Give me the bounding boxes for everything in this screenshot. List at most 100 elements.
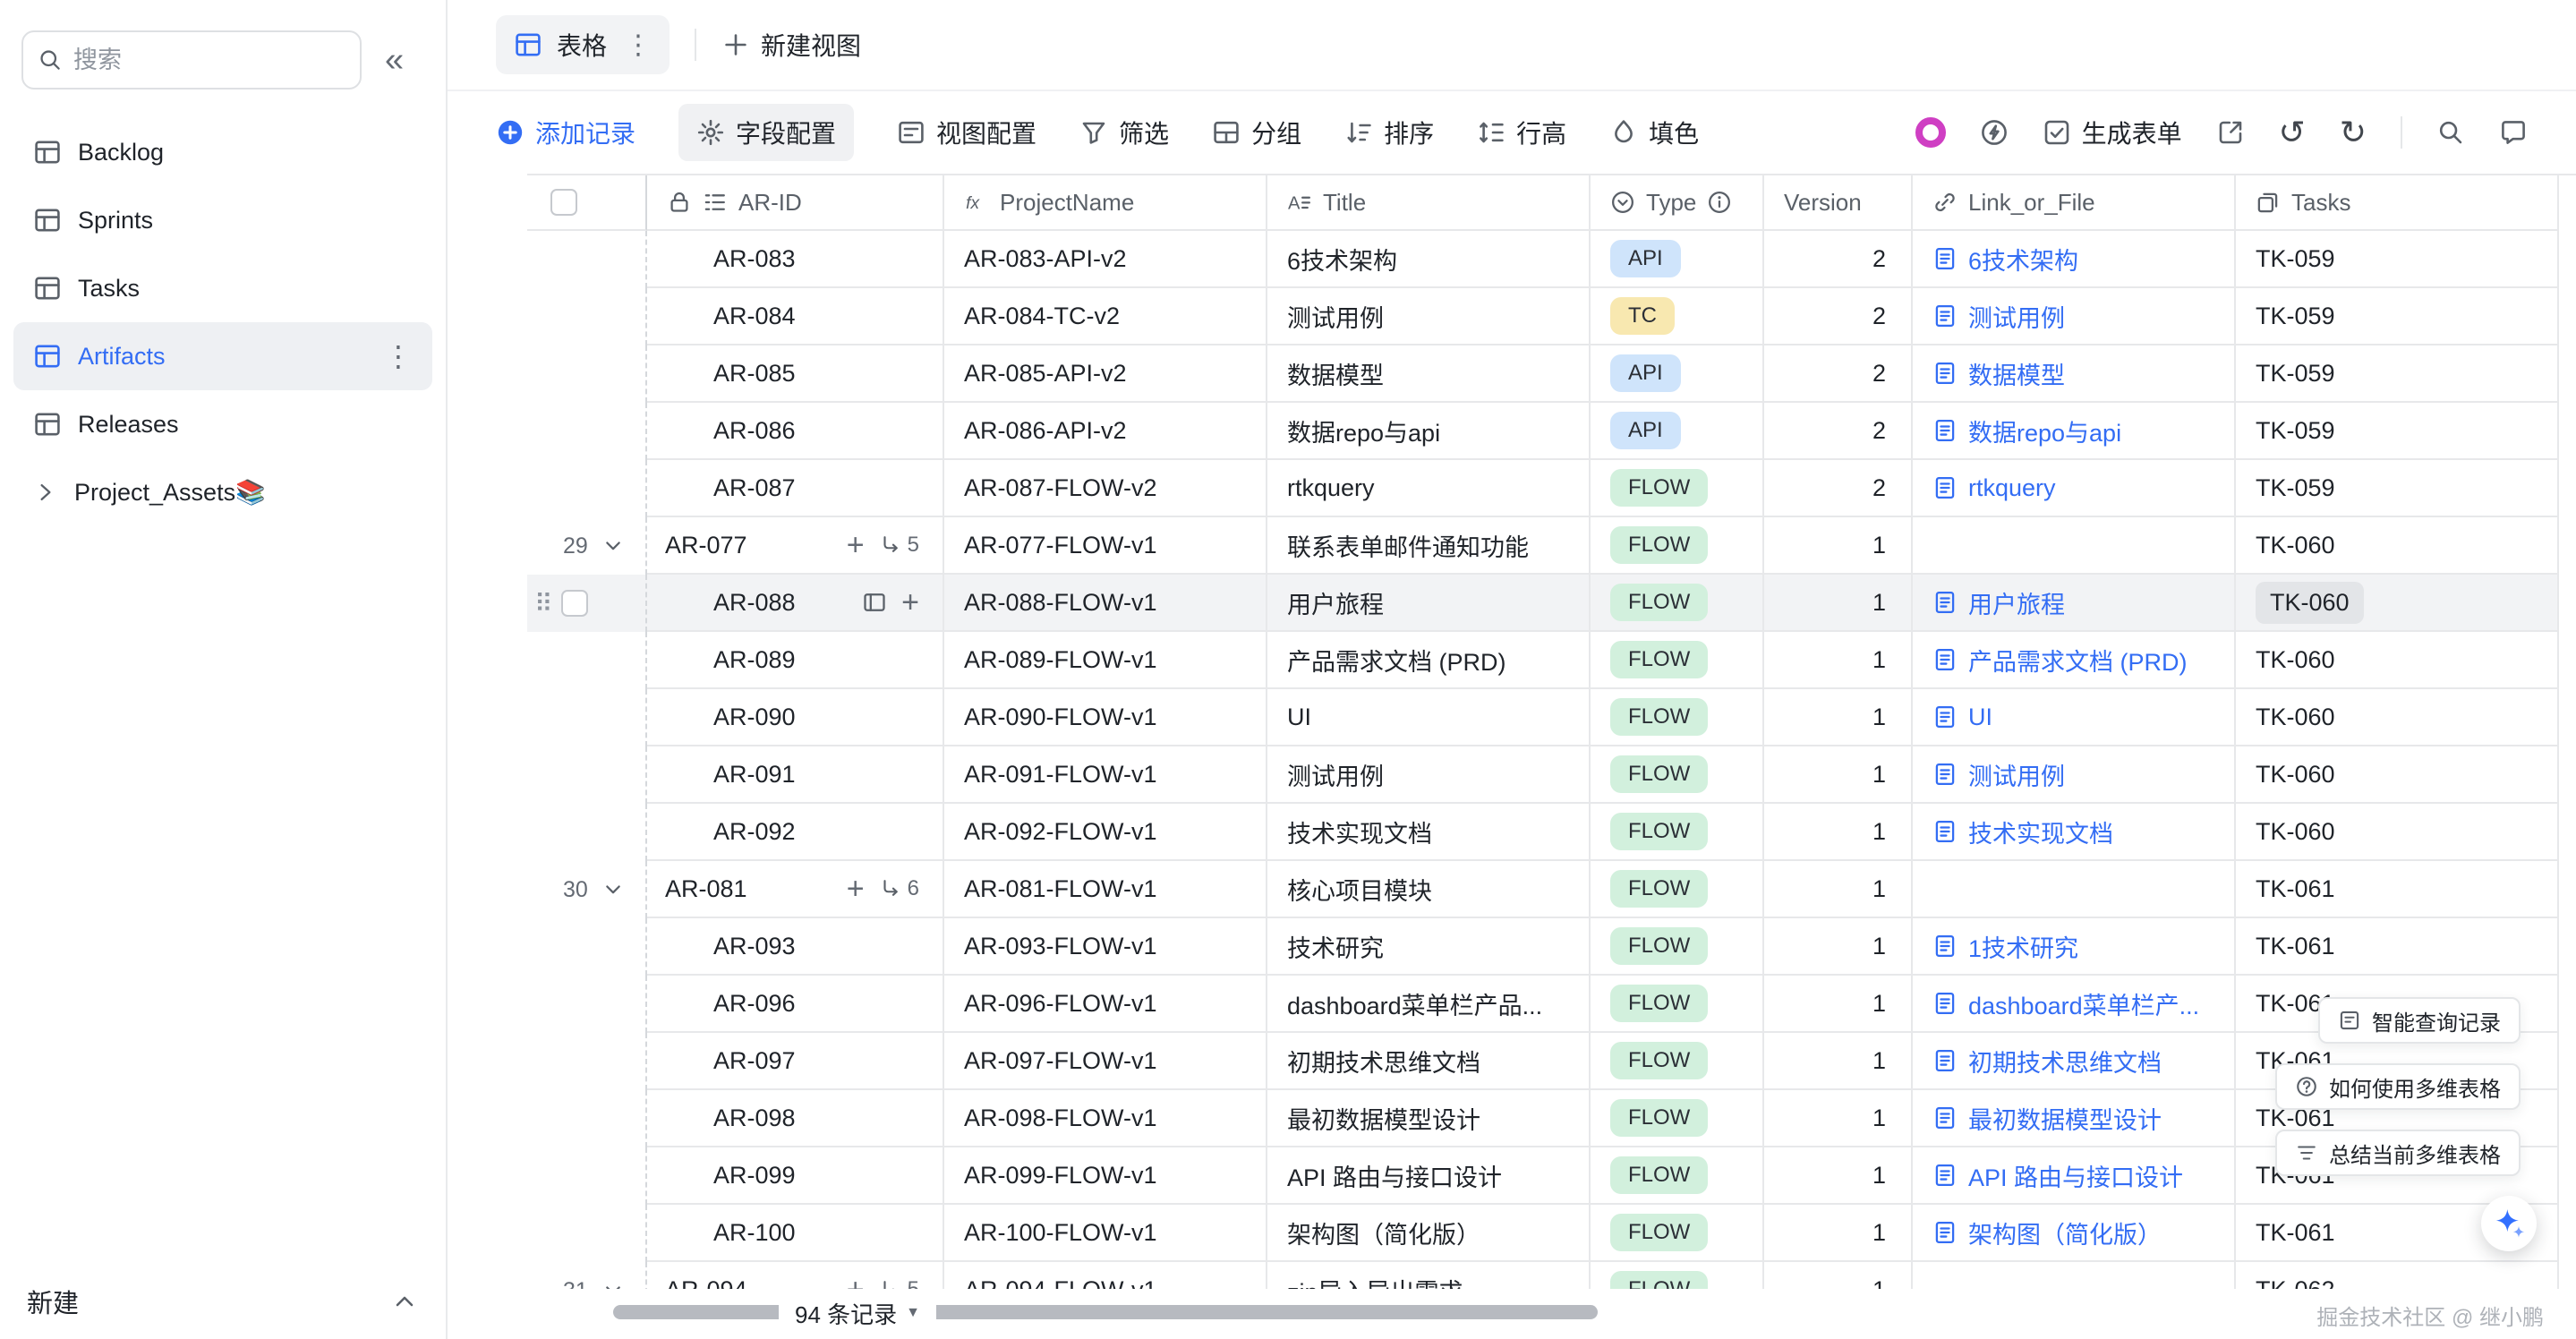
toolbar-gear-button[interactable]: 字段配置 xyxy=(678,104,854,161)
cell-version[interactable]: 2 xyxy=(1764,403,1913,460)
cell-version[interactable]: 1 xyxy=(1764,1090,1913,1147)
table-row[interactable]: AR-087AR-087-FLOW-v2rtkqueryFLOW2rtkquer… xyxy=(527,460,2576,517)
cell-ar-id[interactable]: AR-096 xyxy=(647,976,944,1033)
assistant-smart-query-button[interactable]: 智能查询记录 xyxy=(2318,997,2521,1044)
table-row[interactable]: AR-092AR-092-FLOW-v1技术实现文档FLOW1技术实现文档TK-… xyxy=(527,804,2576,861)
table-row[interactable]: AR-091AR-091-FLOW-v1测试用例FLOW1测试用例TK-060 xyxy=(527,746,2576,804)
cell-type[interactable]: FLOW xyxy=(1591,1262,1764,1289)
caret-right-icon[interactable] xyxy=(33,480,58,505)
cell-ar-id[interactable]: AR-091 xyxy=(647,746,944,804)
cell-type[interactable]: FLOW xyxy=(1591,918,1764,976)
cell-type[interactable]: TC xyxy=(1591,288,1764,345)
cell-title[interactable]: 产品需求文档 (PRD) xyxy=(1267,632,1591,689)
cell-type[interactable]: FLOW xyxy=(1591,804,1764,861)
cell-project-name[interactable]: AR-094-FLOW-v1 xyxy=(944,1262,1267,1289)
cell-version[interactable]: 1 xyxy=(1764,575,1913,632)
cell-ar-id[interactable]: AR-084 xyxy=(647,288,944,345)
toolbar-filter-button[interactable]: 筛选 xyxy=(1079,115,1169,150)
cell-link-or-file[interactable]: 架构图（简化版） xyxy=(1913,1205,2236,1262)
cell-link-or-file[interactable]: UI xyxy=(1913,689,2236,746)
cell-version[interactable]: 1 xyxy=(1764,746,1913,804)
collapse-group-icon[interactable] xyxy=(601,877,626,902)
cell-title[interactable]: 测试用例 xyxy=(1267,288,1591,345)
table-row[interactable]: AR-093AR-093-FLOW-v1技术研究FLOW11技术研究TK-061 xyxy=(527,918,2576,976)
cell-project-name[interactable]: AR-093-FLOW-v1 xyxy=(944,918,1267,976)
cell-title[interactable]: zip导入导出需求 xyxy=(1267,1262,1591,1289)
sidebar-item-sprints[interactable]: Sprints xyxy=(13,186,432,254)
new-button[interactable]: 新建 xyxy=(27,1283,79,1320)
drag-handle-icon[interactable]: ⠿ xyxy=(534,589,550,618)
table-row[interactable]: ⠿AR-088+AR-088-FLOW-v1用户旅程FLOW1用户旅程TK-06… xyxy=(527,575,2576,632)
cell-tasks[interactable]: TK-062 xyxy=(2236,1262,2559,1289)
toolbar-fill-color-button[interactable]: 填色 xyxy=(1609,115,1699,150)
row-gutter[interactable] xyxy=(527,1205,647,1262)
cell-title[interactable]: rtkquery xyxy=(1267,460,1591,517)
item-menu-icon[interactable]: ⋮ xyxy=(384,339,413,373)
cell-title[interactable]: dashboard菜单栏产品... xyxy=(1267,976,1591,1033)
select-all-checkbox[interactable] xyxy=(550,189,577,216)
cell-project-name[interactable]: AR-087-FLOW-v2 xyxy=(944,460,1267,517)
cell-title[interactable]: 用户旅程 xyxy=(1267,575,1591,632)
cell-title[interactable]: 最初数据模型设计 xyxy=(1267,1090,1591,1147)
cell-type[interactable]: FLOW xyxy=(1591,632,1764,689)
task-ref[interactable]: TK-059 xyxy=(2256,474,2335,502)
chevron-up-icon[interactable] xyxy=(390,1287,419,1316)
cell-version[interactable]: 1 xyxy=(1764,976,1913,1033)
row-gutter[interactable] xyxy=(527,345,647,403)
cell-tasks[interactable]: TK-059 xyxy=(2236,460,2559,517)
task-ref[interactable]: TK-060 xyxy=(2256,761,2335,789)
file-link[interactable]: dashboard菜单栏产... xyxy=(1932,986,2199,1021)
cell-type[interactable]: FLOW xyxy=(1591,460,1764,517)
cell-type[interactable]: FLOW xyxy=(1591,1205,1764,1262)
cell-version[interactable]: 1 xyxy=(1764,1033,1913,1090)
subrecord-count[interactable]: 6 xyxy=(879,876,919,901)
cell-ar-id[interactable]: AR-085 xyxy=(647,345,944,403)
sidebar-item-artifacts[interactable]: Artifacts⋮ xyxy=(13,322,432,390)
row-gutter[interactable] xyxy=(527,231,647,288)
cell-link-or-file[interactable]: 技术实现文档 xyxy=(1913,804,2236,861)
cell-version[interactable]: 1 xyxy=(1764,517,1913,575)
cell-tasks[interactable]: TK-059 xyxy=(2236,345,2559,403)
toolbar-row-height-button[interactable]: 行高 xyxy=(1477,115,1566,150)
cell-tasks[interactable]: TK-059 xyxy=(2236,288,2559,345)
cell-ar-id[interactable]: AR-094+5 xyxy=(647,1262,944,1289)
table-row[interactable]: AR-097AR-097-FLOW-v1初期技术思维文档FLOW1初期技术思维文… xyxy=(527,1033,2576,1090)
sidebar-item-tasks[interactable]: Tasks xyxy=(13,254,432,322)
cell-project-name[interactable]: AR-098-FLOW-v1 xyxy=(944,1090,1267,1147)
row-gutter[interactable] xyxy=(527,918,647,976)
file-link[interactable]: 数据repo与api xyxy=(1932,414,2121,448)
cell-project-name[interactable]: AR-099-FLOW-v1 xyxy=(944,1147,1267,1205)
cell-project-name[interactable]: AR-083-API-v2 xyxy=(944,231,1267,288)
cell-title[interactable]: UI xyxy=(1267,689,1591,746)
cell-link-or-file[interactable]: 1技术研究 xyxy=(1913,918,2236,976)
cell-ar-id[interactable]: AR-090 xyxy=(647,689,944,746)
cell-project-name[interactable]: AR-100-FLOW-v1 xyxy=(944,1205,1267,1262)
info-icon[interactable] xyxy=(1707,190,1732,215)
row-gutter[interactable]: 30 xyxy=(527,861,647,918)
table-row[interactable]: AR-089AR-089-FLOW-v1产品需求文档 (PRD)FLOW1产品需… xyxy=(527,632,2576,689)
task-ref[interactable]: TK-059 xyxy=(2256,303,2335,330)
cell-title[interactable]: 技术研究 xyxy=(1267,918,1591,976)
cell-ar-id[interactable]: AR-089 xyxy=(647,632,944,689)
cell-version[interactable]: 2 xyxy=(1764,460,1913,517)
ai-assistant-button[interactable] xyxy=(2481,1196,2537,1251)
task-ref[interactable]: TK-060 xyxy=(2256,818,2335,846)
cell-link-or-file[interactable]: rtkquery xyxy=(1913,460,2236,517)
task-ref[interactable]: TK-061 xyxy=(2256,933,2335,960)
table-row[interactable]: AR-099AR-099-FLOW-v1API 路由与接口设计FLOW1API … xyxy=(527,1147,2576,1205)
cell-ar-id[interactable]: AR-098 xyxy=(647,1090,944,1147)
cell-ar-id[interactable]: AR-086 xyxy=(647,403,944,460)
table-row[interactable]: AR-098AR-098-FLOW-v1最初数据模型设计FLOW1最初数据模型设… xyxy=(527,1090,2576,1147)
cell-type[interactable]: API xyxy=(1591,345,1764,403)
file-link[interactable]: 最初数据模型设计 xyxy=(1932,1101,2162,1136)
cell-ar-id[interactable]: AR-077+5 xyxy=(647,517,944,575)
cell-link-or-file[interactable]: 用户旅程 xyxy=(1913,575,2236,632)
task-ref[interactable]: TK-060 xyxy=(2256,582,2364,624)
file-link[interactable]: 6技术架构 xyxy=(1932,242,2078,277)
cell-type[interactable]: FLOW xyxy=(1591,1090,1764,1147)
file-link[interactable]: 架构图（简化版） xyxy=(1932,1215,2162,1250)
row-gutter[interactable] xyxy=(527,976,647,1033)
cell-tasks[interactable]: TK-060 xyxy=(2236,689,2559,746)
cell-ar-id[interactable]: AR-092 xyxy=(647,804,944,861)
cell-link-or-file[interactable]: 测试用例 xyxy=(1913,288,2236,345)
